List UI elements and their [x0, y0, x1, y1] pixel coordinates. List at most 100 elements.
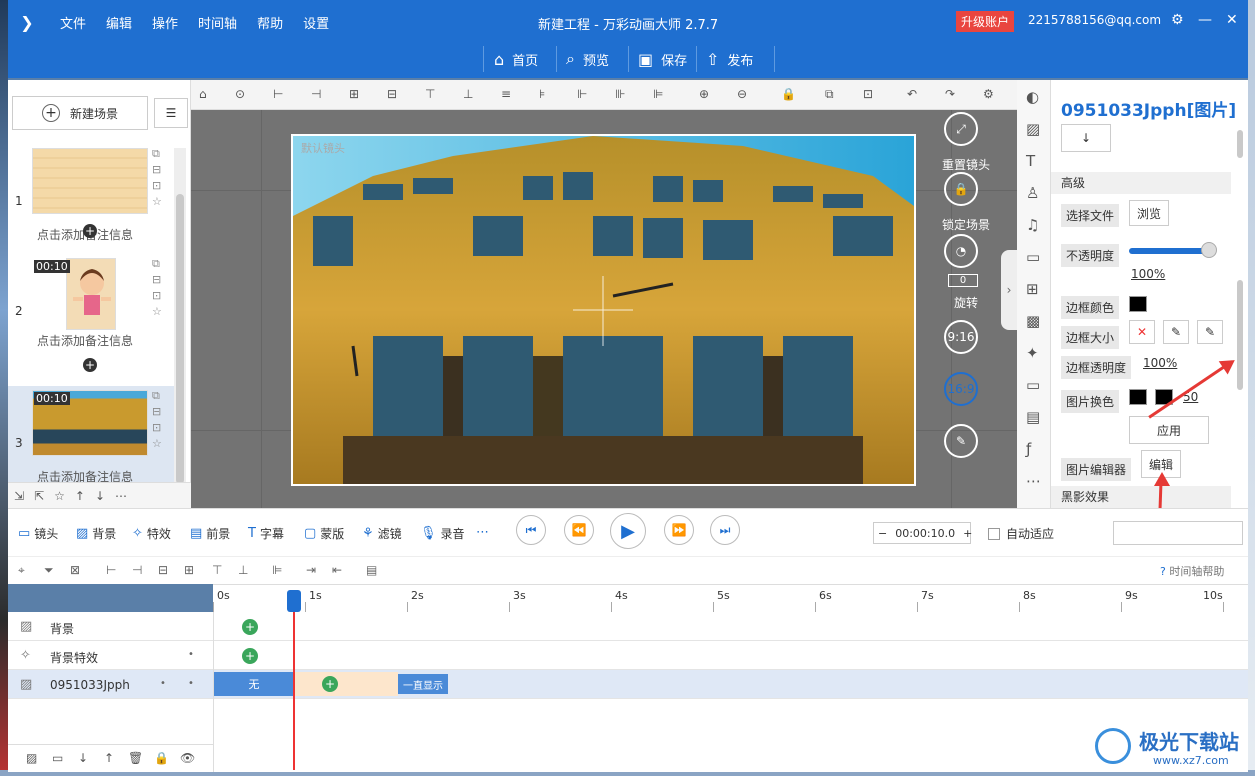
- menu-operate[interactable]: 操作: [152, 13, 178, 32]
- align-top-icon[interactable]: ⊤: [425, 87, 435, 101]
- menu-file[interactable]: 文件: [60, 13, 86, 32]
- export-icon[interactable]: ⇱: [34, 489, 44, 503]
- tab-mask[interactable]: ▢ 蒙版: [304, 525, 344, 542]
- home-icon[interactable]: ⌂: [199, 87, 207, 101]
- align-middle-icon[interactable]: ≡: [501, 87, 511, 101]
- settings-icon[interactable]: ⚙: [1171, 12, 1184, 28]
- filter-icon[interactable]: ⏷: [44, 563, 54, 578]
- add-keyframe-icon[interactable]: +: [242, 619, 258, 635]
- redo-icon[interactable]: ↷: [945, 87, 955, 101]
- delete-icon[interactable]: 🗑: [128, 751, 143, 765]
- copy-icon[interactable]: ⧉: [825, 87, 834, 102]
- paste-icon[interactable]: ⊡: [863, 87, 873, 101]
- rotate-value[interactable]: 0: [948, 274, 978, 287]
- menu-edit[interactable]: 编辑: [106, 13, 132, 32]
- border-color-swatch[interactable]: [1129, 296, 1147, 312]
- scene-tools[interactable]: ⧉ ⊟ ⊡ ☆: [152, 146, 166, 210]
- upgrade-button[interactable]: 升级账户: [956, 11, 1015, 32]
- eye-icon[interactable]: 👁: [180, 751, 195, 765]
- auto-fit-checkbox[interactable]: [988, 527, 1000, 540]
- apply-button[interactable]: 应用: [1129, 416, 1209, 444]
- tab-filter[interactable]: ⚘ 滤镜: [362, 525, 402, 542]
- gallery-icon[interactable]: ⊞: [1026, 280, 1039, 298]
- align-icon[interactable]: ⊣: [132, 563, 142, 577]
- track-visibility-dot[interactable]: •: [160, 678, 166, 689]
- building-photo[interactable]: [293, 136, 914, 484]
- add-keyframe-icon[interactable]: +: [242, 648, 258, 664]
- target-icon[interactable]: ⌖: [18, 563, 25, 578]
- add-scene-icon[interactable]: +: [83, 224, 97, 238]
- track-background-effect[interactable]: ✧ 背景特效 • +: [8, 641, 1248, 670]
- scene-tools[interactable]: ⧉ ⊟ ⊡ ☆: [152, 256, 166, 320]
- reset-camera-button[interactable]: ⤢: [944, 112, 978, 146]
- move-down-icon[interactable]: ↓: [78, 751, 88, 765]
- align-icon[interactable]: ⊥: [238, 563, 248, 577]
- move-icon[interactable]: ⇤: [332, 563, 342, 577]
- move-icon[interactable]: ⇥: [306, 563, 316, 577]
- tab-record[interactable]: 🎙 录音: [420, 525, 465, 542]
- publish-button[interactable]: ⇧ 发布: [706, 48, 753, 70]
- decrease-icon[interactable]: −: [874, 527, 891, 540]
- zoom-in-icon[interactable]: ⊕: [699, 87, 709, 101]
- move-up-icon[interactable]: ↑: [104, 751, 114, 765]
- spacing-icon[interactable]: ⊫: [653, 87, 663, 101]
- account-label[interactable]: 2215788156@qq.com: [1028, 13, 1161, 27]
- opacity-value[interactable]: 100%: [1131, 267, 1165, 281]
- ratio-9-16-button[interactable]: 9:16: [944, 320, 978, 354]
- increase-icon[interactable]: +: [959, 527, 976, 540]
- step-back-button[interactable]: ⏪: [564, 515, 594, 545]
- tab-background[interactable]: ▨ 背景: [76, 525, 116, 542]
- move-up-icon[interactable]: ↑: [75, 489, 85, 503]
- align-center-icon[interactable]: ⊣: [311, 87, 321, 101]
- align-h-icon[interactable]: ⊩: [577, 87, 587, 101]
- align-vertical-icon[interactable]: ⊟: [387, 87, 397, 101]
- enter-animation-clip[interactable]: 无: [214, 672, 294, 696]
- more-icon[interactable]: ⊙: [235, 87, 245, 101]
- play-button[interactable]: ▶: [610, 513, 646, 549]
- prev-scene-button[interactable]: ⏮: [516, 515, 546, 545]
- character-icon[interactable]: ♙: [1026, 184, 1039, 202]
- track-image[interactable]: ▨ 0951033Jpph • • 无 + 一直显示: [8, 670, 1248, 699]
- shape-icon[interactable]: ◐: [1026, 88, 1039, 106]
- canvas-area[interactable]: 默认镜头 ⤢ 重置镜头 🔒 锁定场景 ◔ 0 旋转 9:16 16:9 ✎ ›: [191, 110, 1017, 508]
- border-thick-icon[interactable]: ✎: [1197, 320, 1223, 344]
- more-tabs-button[interactable]: ⋯: [476, 525, 493, 540]
- bubble-icon[interactable]: ▭: [1026, 248, 1040, 266]
- flash-icon[interactable]: ƒ: [1026, 440, 1031, 458]
- minimize-icon[interactable]: —: [1198, 12, 1212, 28]
- more-icon[interactable]: ⋯: [115, 489, 127, 503]
- video-icon[interactable]: ▤: [1026, 408, 1040, 426]
- timeline-help-link[interactable]: ? 时间轴帮助: [1160, 563, 1224, 579]
- expand-panel-button[interactable]: ›: [1001, 250, 1017, 330]
- align-bottom-icon[interactable]: ⊥: [463, 87, 473, 101]
- auto-fit-toggle[interactable]: 自动适应: [988, 525, 1054, 542]
- tab-effects[interactable]: ✧ 特效: [132, 525, 171, 542]
- align-icon[interactable]: ⊟: [158, 563, 168, 577]
- stay-clip[interactable]: [294, 672, 398, 696]
- browse-button[interactable]: 浏览: [1129, 200, 1169, 226]
- next-scene-button[interactable]: ⏭: [710, 515, 740, 545]
- folder-icon[interactable]: ▭: [1026, 376, 1040, 394]
- text-icon[interactable]: T: [1026, 152, 1035, 170]
- scene-thumbnail[interactable]: [66, 258, 116, 330]
- lock-icon[interactable]: 🔒: [154, 751, 169, 765]
- music-icon[interactable]: ♫: [1026, 216, 1039, 234]
- add-keyframe-icon[interactable]: +: [322, 676, 338, 692]
- image-icon[interactable]: ▨: [1026, 120, 1040, 138]
- more-icon[interactable]: ⋯: [1026, 472, 1041, 490]
- step-forward-button[interactable]: ⏩: [664, 515, 694, 545]
- lock-scene-button[interactable]: 🔒: [944, 172, 978, 206]
- clear-icon[interactable]: ⊠: [70, 563, 80, 577]
- scene-scrollbar[interactable]: [174, 148, 186, 506]
- align-icon[interactable]: ⊢: [106, 563, 116, 577]
- track-visibility-dot[interactable]: •: [188, 649, 194, 660]
- section-advanced[interactable]: 高级: [1051, 172, 1231, 194]
- timeline-ruler[interactable]: 0s 1s 2s 3s 4s 5s 6s 7s 8s 9s 10s: [213, 584, 1248, 612]
- scene-thumbnail[interactable]: [32, 148, 148, 214]
- align-v-icon[interactable]: ⊪: [615, 87, 625, 101]
- home-button[interactable]: ⌂ 首页: [494, 48, 538, 70]
- tab-camera[interactable]: ▭ 镜头: [18, 525, 58, 542]
- no-border-icon[interactable]: ✕: [1129, 320, 1155, 344]
- exit-animation-clip[interactable]: 一直显示: [398, 674, 448, 694]
- ratio-16-9-button[interactable]: 16:9: [944, 372, 978, 406]
